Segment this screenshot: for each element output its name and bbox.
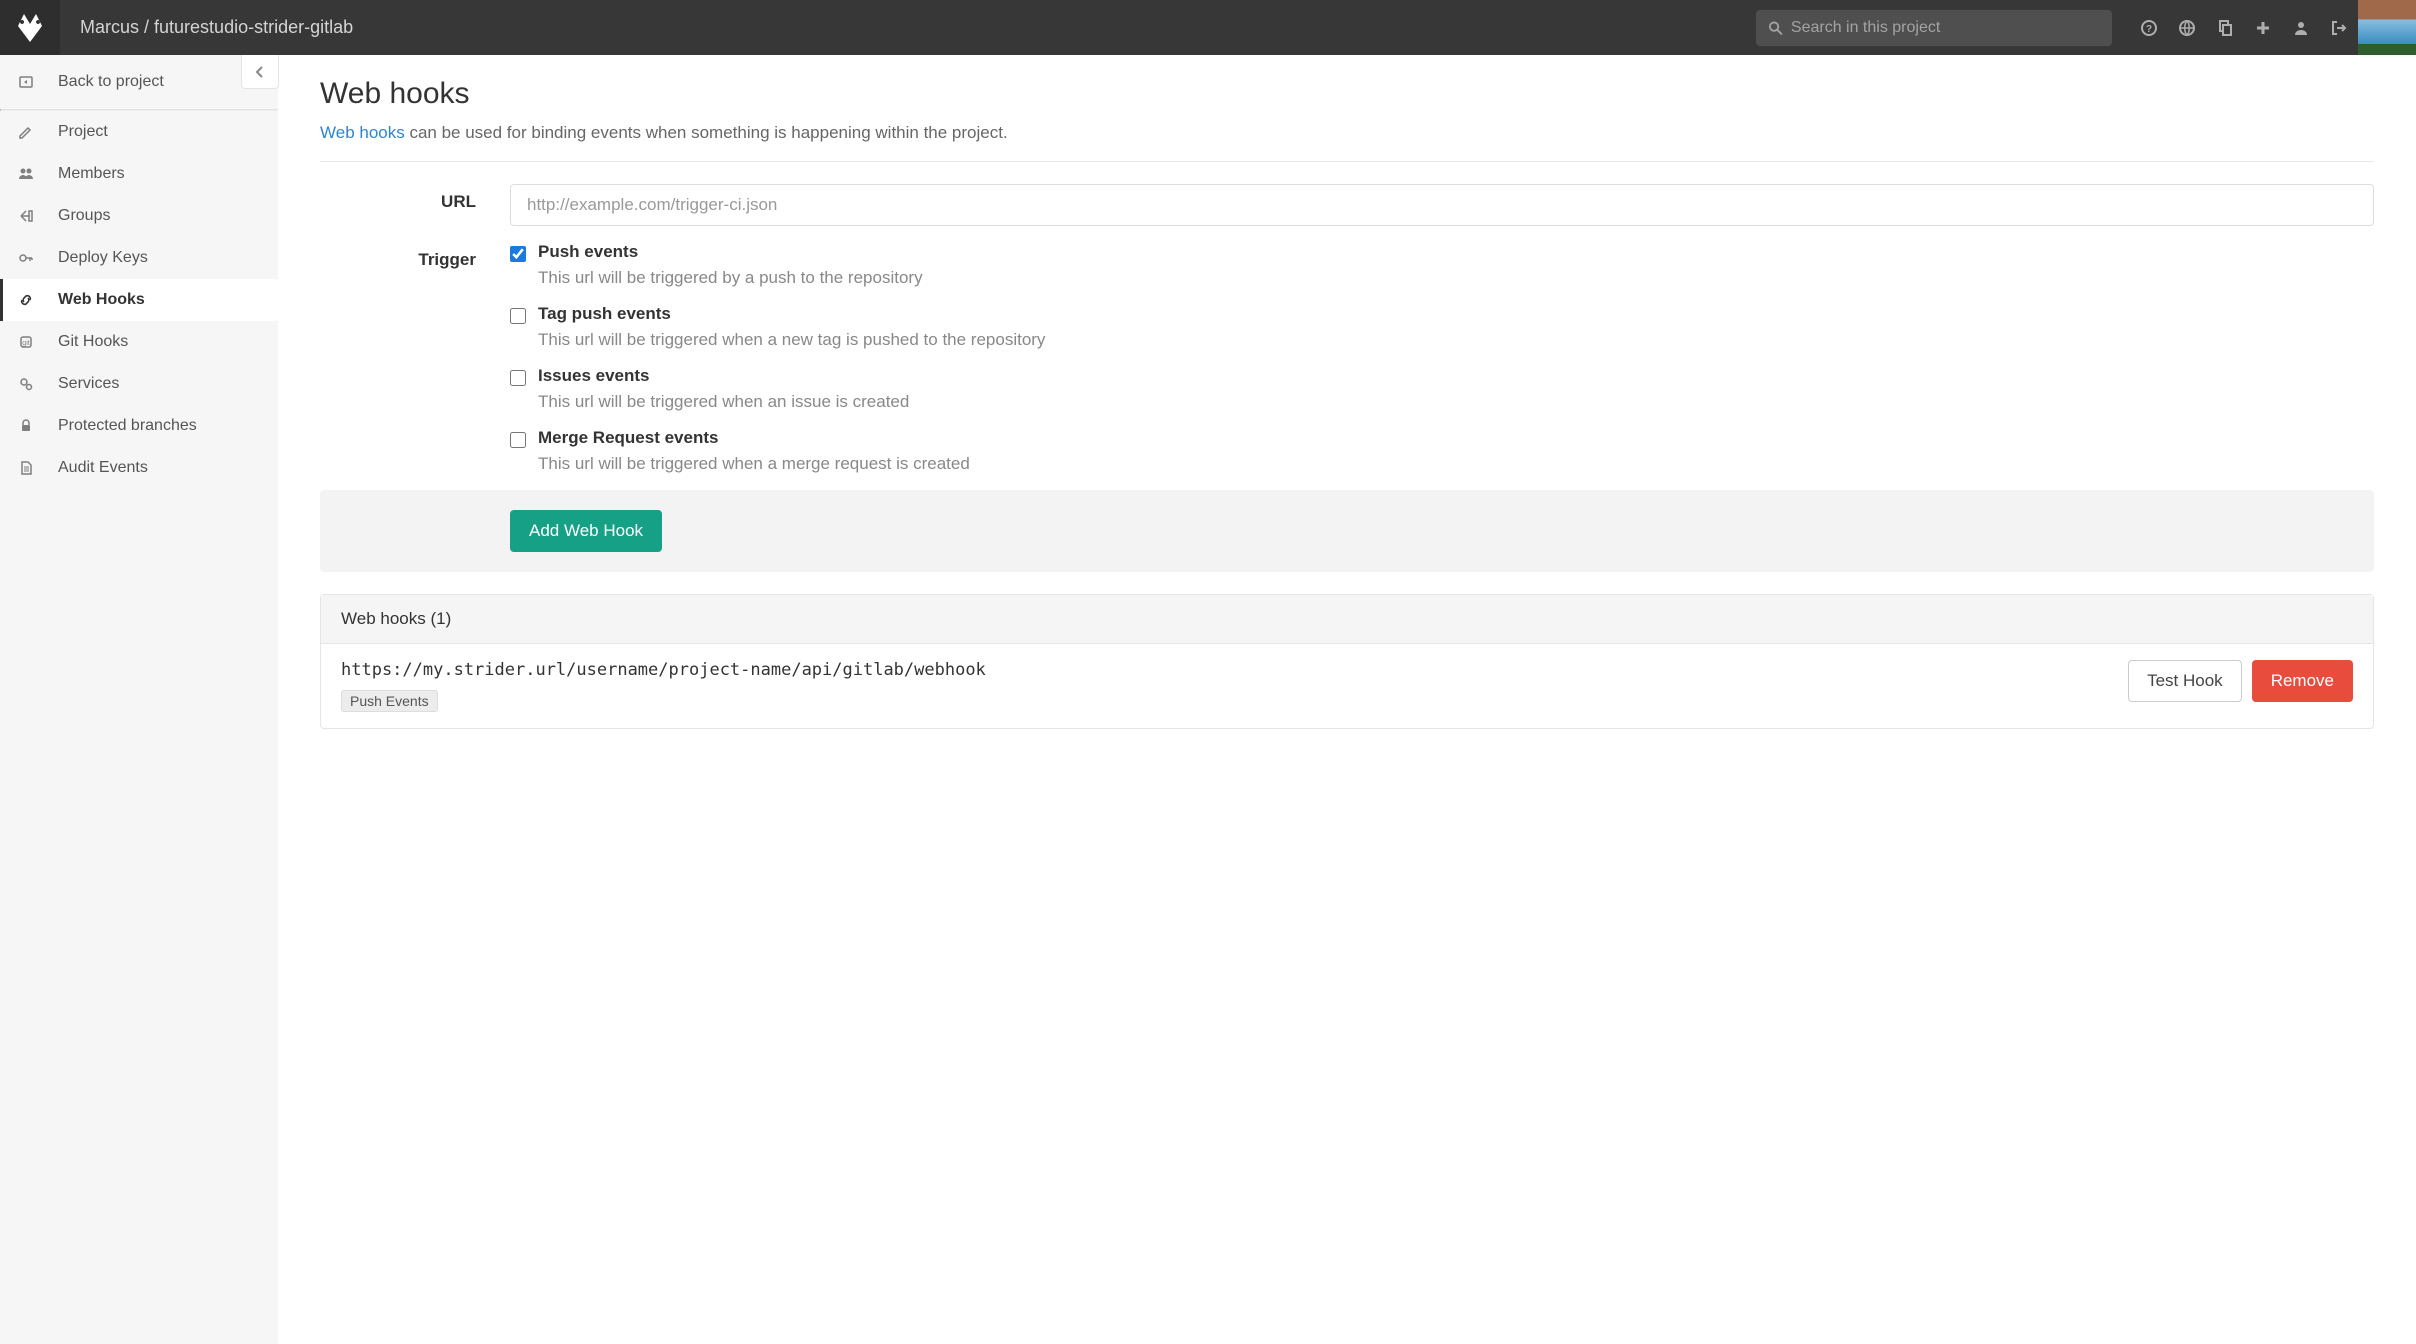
add-web-hook-button[interactable]: Add Web Hook [510,510,662,552]
logo[interactable] [0,0,60,55]
avatar[interactable] [2358,0,2416,55]
main-content: Web hooks Web hooks can be used for bind… [278,55,2416,1344]
hook-tag: Push Events [341,690,438,712]
file-icon [18,460,34,476]
trigger-issues-events[interactable]: Issues events This url will be triggered… [510,366,2374,412]
key-icon [18,250,34,266]
sidebar-item-deploy-keys[interactable]: Deploy Keys [0,237,278,279]
share-icon [18,208,34,224]
sidebar: Back to project Project Members Groups D… [0,55,278,1344]
page-title: Web hooks [320,77,2374,111]
trigger-checkbox-merge[interactable] [510,432,526,448]
chevron-left-icon [252,64,268,80]
sidebar-item-label: Audit Events [58,459,148,477]
webhooks-help-link[interactable]: Web hooks [320,123,405,142]
remove-hook-button[interactable]: Remove [2252,660,2353,702]
plus-icon[interactable] [2244,0,2282,55]
trigger-checkbox-push[interactable] [510,246,526,262]
form-action-bar: Add Web Hook [320,490,2374,572]
sidebar-item-label: Deploy Keys [58,249,148,267]
hook-entry: https://my.strider.url/username/project-… [321,644,2373,728]
url-label: URL [320,184,510,226]
sidebar-item-label: Back to project [58,73,164,91]
sidebar-item-protected-branches[interactable]: Protected branches [0,405,278,447]
sidebar-item-label: Protected branches [58,417,197,435]
git-icon: git [18,334,34,350]
link-icon [18,292,34,308]
sidebar-item-git-hooks[interactable]: git Git Hooks [0,321,278,363]
page-subtitle: Web hooks can be used for binding events… [320,123,2374,143]
signout-icon[interactable] [2320,0,2358,55]
back-icon [18,74,34,90]
svg-text:git: git [22,340,29,347]
sidebar-item-label: Members [58,165,125,183]
sidebar-item-project[interactable]: Project [0,111,278,153]
search-input[interactable] [1791,19,2100,37]
tanuki-icon [12,10,48,46]
group-icon [18,166,34,182]
breadcrumb-owner[interactable]: Marcus [80,17,139,37]
test-hook-button[interactable]: Test Hook [2128,660,2242,702]
sidebar-collapse-button[interactable] [241,55,279,89]
search-icon [1768,20,1783,36]
sidebar-item-audit-events[interactable]: Audit Events [0,447,278,489]
trigger-push-events[interactable]: Push events This url will be triggered b… [510,242,2374,288]
breadcrumb-project[interactable]: futurestudio-strider-gitlab [154,17,353,37]
sidebar-item-label: Services [58,375,119,393]
svg-text:?: ? [2146,24,2152,35]
sidebar-item-label: Web Hooks [58,291,145,309]
trigger-checkbox-issues[interactable] [510,370,526,386]
existing-hooks-panel: Web hooks (1) https://my.strider.url/use… [320,594,2374,729]
edit-icon [18,124,34,140]
sidebar-item-web-hooks[interactable]: Web Hooks [0,279,278,321]
sidebar-back-to-project[interactable]: Back to project [0,55,278,109]
sidebar-item-label: Project [58,123,108,141]
user-icon[interactable] [2282,0,2320,55]
url-input[interactable] [510,184,2374,226]
sidebar-item-label: Git Hooks [58,333,128,351]
hooks-panel-title: Web hooks (1) [321,595,2373,644]
sidebar-item-label: Groups [58,207,110,225]
lock-icon [18,418,34,434]
globe-icon[interactable] [2168,0,2206,55]
sidebar-item-members[interactable]: Members [0,153,278,195]
hook-url: https://my.strider.url/username/project-… [341,660,986,680]
trigger-tag-push-events[interactable]: Tag push events This url will be trigger… [510,304,2374,350]
trigger-merge-request-events[interactable]: Merge Request events This url will be tr… [510,428,2374,474]
breadcrumb[interactable]: Marcus / futurestudio-strider-gitlab [60,17,353,38]
top-header: Marcus / futurestudio-strider-gitlab ? [0,0,2416,55]
trigger-label: Trigger [320,242,510,474]
help-icon[interactable]: ? [2130,0,2168,55]
trigger-checkbox-tag[interactable] [510,308,526,324]
search-box[interactable] [1756,10,2112,46]
files-icon[interactable] [2206,0,2244,55]
trigger-list: Push events This url will be triggered b… [510,242,2374,474]
cogs-icon [18,376,34,392]
sidebar-item-groups[interactable]: Groups [0,195,278,237]
sidebar-item-services[interactable]: Services [0,363,278,405]
